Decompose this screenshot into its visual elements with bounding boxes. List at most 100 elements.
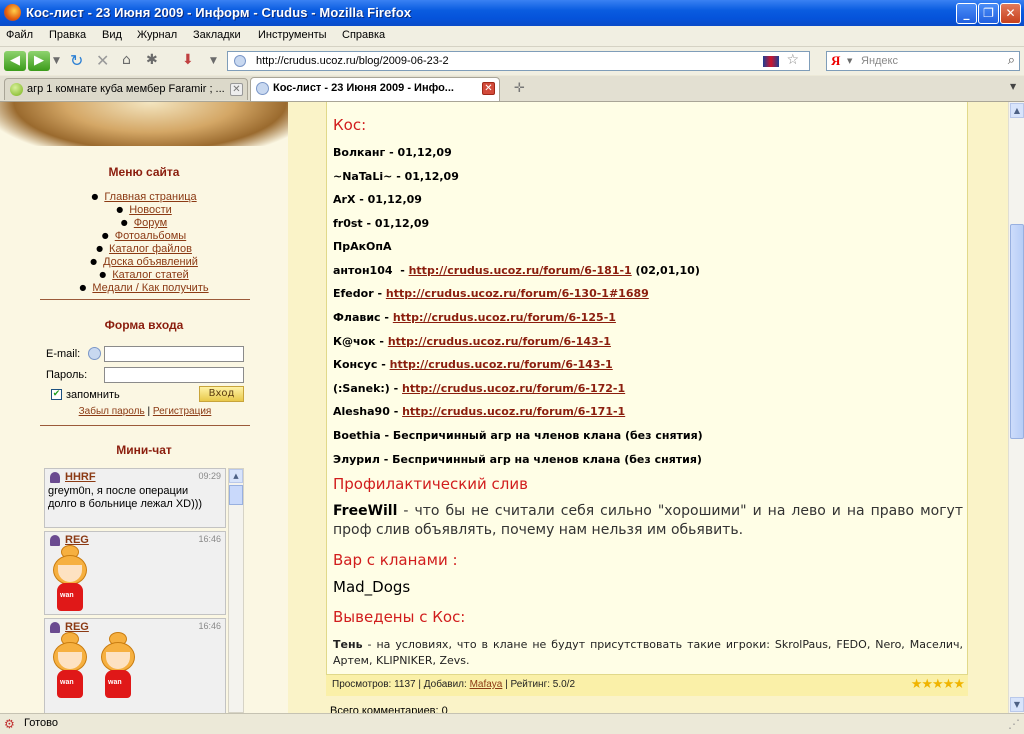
tab-close-icon[interactable]: ✕ xyxy=(230,83,243,96)
menu-item: Фотоальбомы xyxy=(0,229,288,242)
bookmark-star-icon[interactable]: ☆ xyxy=(786,52,799,68)
minimize-button[interactable]: _ xyxy=(956,3,977,24)
search-placeholder[interactable]: Яндекс xyxy=(861,55,898,67)
autofill-icon[interactable] xyxy=(88,347,101,360)
tab-item-active[interactable]: Кос-лист - 23 Июня 2009 - Инфо... ✕ xyxy=(250,77,500,101)
menu-link-medals[interactable]: Медали / Как получить xyxy=(92,282,208,294)
user-icon xyxy=(50,472,60,483)
menu-tools[interactable]: Инструменты xyxy=(258,29,327,41)
url-bar[interactable]: http://crudus.ucoz.ru/blog/2009-06-23-2 … xyxy=(227,51,810,71)
menu-edit[interactable]: Правка xyxy=(49,29,86,41)
kos-entry-suffix: - 01,12,09 xyxy=(392,170,459,183)
author-link[interactable]: Mafaya xyxy=(470,679,503,690)
menu-history[interactable]: Журнал xyxy=(137,29,177,41)
kos-entry-suffix: - 01,12,09 xyxy=(362,217,430,230)
kos-entry-name: (:Sanek:) xyxy=(333,382,390,395)
mini-chat: HHRF 09:29 greym0n, я после операции дол… xyxy=(44,468,228,713)
back-button[interactable]: ◀ xyxy=(4,51,26,71)
password-field[interactable] xyxy=(104,367,244,383)
prophylactic-heading: Профилактический слив xyxy=(333,475,528,493)
tab-list-dropdown-icon[interactable]: ▼ xyxy=(1010,82,1016,91)
search-icon[interactable]: ⌕ xyxy=(1008,53,1015,68)
kos-entry: fr0st - 01,12,09 xyxy=(333,217,429,230)
remember-checkbox[interactable]: ✔ xyxy=(51,389,62,400)
close-window-button[interactable]: ✕ xyxy=(1000,3,1021,24)
remember-label: запомнить xyxy=(66,389,120,401)
menu-link-files[interactable]: Каталог файлов xyxy=(109,243,192,255)
download-icon[interactable]: ⬇ xyxy=(182,52,194,68)
kos-forum-link[interactable]: http://crudus.ucoz.ru/forum/6-130-1#1689 xyxy=(386,287,649,300)
kos-entry: Волканг - 01,12,09 xyxy=(333,146,452,159)
menu-link-articles[interactable]: Каталог статей xyxy=(112,269,189,281)
kos-forum-link[interactable]: http://crudus.ucoz.ru/forum/6-143-1 xyxy=(390,358,613,371)
kos-forum-link[interactable]: http://crudus.ucoz.ru/forum/6-172-1 xyxy=(402,382,625,395)
freewill-name: FreeWill xyxy=(333,503,398,519)
yandex-logo-icon[interactable]: Я xyxy=(831,53,840,69)
status-icon: ⚙ xyxy=(4,717,15,731)
scroll-up-icon[interactable]: ▲ xyxy=(229,469,243,483)
menu-help[interactable]: Справка xyxy=(342,29,385,41)
menu-link-board[interactable]: Доска объявлений xyxy=(103,256,198,268)
kos-entry: Efedor - http://crudus.ucoz.ru/forum/6-1… xyxy=(333,287,649,300)
page-scrollbar[interactable]: ▲ ▼ xyxy=(1008,102,1024,713)
search-engine-dropdown-icon[interactable]: ▼ xyxy=(847,57,852,65)
divider xyxy=(40,299,250,300)
login-button[interactable]: Вход xyxy=(199,386,244,402)
register-link[interactable]: Регистрация xyxy=(153,406,211,417)
chat-scrollbar[interactable]: ▲ xyxy=(228,468,244,713)
divider xyxy=(40,425,250,426)
kos-forum-link[interactable]: http://crudus.ucoz.ru/forum/6-125-1 xyxy=(393,311,616,324)
kos-entry-name: ArX xyxy=(333,193,356,206)
scroll-up-icon[interactable]: ▲ xyxy=(1010,103,1024,118)
page-scroll-thumb[interactable] xyxy=(1010,224,1024,439)
kos-entry-suffix: - xyxy=(389,405,403,418)
tab-item[interactable]: агр 1 комнате куба мембер Faramir ; ... … xyxy=(4,78,248,100)
tab-close-icon[interactable]: ✕ xyxy=(482,82,495,95)
url-text[interactable]: http://crudus.ucoz.ru/blog/2009-06-23-2 xyxy=(256,55,449,67)
home-icon[interactable]: ⌂ xyxy=(122,52,131,68)
kos-entry-name: К@чок xyxy=(333,335,376,348)
link-separator: | xyxy=(147,406,151,417)
rating-stars-icon[interactable]: ★★★★★ xyxy=(911,677,965,692)
kos-entry-name: Консус xyxy=(333,358,378,371)
kos-forum-link[interactable]: http://crudus.ucoz.ru/forum/6-181-1 xyxy=(409,264,632,277)
history-dropdown-icon[interactable]: ▼ xyxy=(53,56,60,66)
maximize-button[interactable]: ❐ xyxy=(978,3,999,24)
menu-link-news[interactable]: Новости xyxy=(129,204,172,216)
status-text: Готово xyxy=(24,717,58,729)
scroll-down-icon[interactable]: ▼ xyxy=(1010,697,1024,712)
menu-link-forum[interactable]: Форум xyxy=(134,217,167,229)
menu-bookmarks[interactable]: Закладки xyxy=(193,29,241,41)
menu-link-photos[interactable]: Фотоальбомы xyxy=(115,230,186,242)
toolbar-dropdown-icon[interactable]: ▼ xyxy=(210,56,217,66)
kos-entry: Флавис - http://crudus.ucoz.ru/forum/6-1… xyxy=(333,311,616,324)
kos-forum-link[interactable]: http://crudus.ucoz.ru/forum/6-171-1 xyxy=(402,405,625,418)
article-stats-bar: Просмотров: 1137 | Добавил: Mafaya | Рей… xyxy=(326,674,968,696)
kos-heading: Кос: xyxy=(333,116,367,134)
main-content: Кос: Волканг - 01,12,09 ~NaTaLi~ - 01,12,… xyxy=(316,102,968,713)
tab-label[interactable]: Кос-лист - 23 Июня 2009 - Инфо... xyxy=(273,82,473,94)
search-bar[interactable]: Я ▼ Яндекс ⌕ xyxy=(826,51,1020,71)
forgot-password-link[interactable]: Забыл пароль xyxy=(79,406,145,417)
chat-scroll-thumb[interactable] xyxy=(229,485,243,505)
reload-icon[interactable]: ↻ xyxy=(70,51,83,70)
menu-view[interactable]: Вид xyxy=(102,29,122,41)
menu-file[interactable]: Файл xyxy=(6,29,33,41)
email-field[interactable] xyxy=(104,346,244,362)
tab-label[interactable]: агр 1 комнате куба мембер Faramir ; ... xyxy=(27,83,227,95)
chat-username[interactable]: HHRF xyxy=(65,471,96,483)
rating-label: | Рейтинг: 5.0/2 xyxy=(502,679,576,690)
resize-grip-icon[interactable]: ⋰ xyxy=(1008,717,1020,731)
article-stats: Просмотров: 1137 | Добавил: Mafaya | Рей… xyxy=(332,679,575,690)
language-flag-icon[interactable] xyxy=(763,56,779,67)
kos-entry: Элурил - Беспричинный агр на членов клан… xyxy=(333,453,702,466)
chat-time: 16:46 xyxy=(198,621,221,631)
forward-button[interactable]: ▶ xyxy=(28,51,50,71)
addon-icon[interactable]: ✱ xyxy=(146,52,158,68)
kos-forum-link[interactable]: http://crudus.ucoz.ru/forum/6-143-1 xyxy=(388,335,611,348)
site-identity-icon[interactable] xyxy=(234,55,246,67)
menu-link-home[interactable]: Главная страница xyxy=(104,191,196,203)
kos-entry: (:Sanek:) - http://crudus.ucoz.ru/forum/… xyxy=(333,382,625,395)
new-tab-icon[interactable]: ✛ xyxy=(514,81,525,96)
stop-icon[interactable]: ✕ xyxy=(96,51,109,70)
